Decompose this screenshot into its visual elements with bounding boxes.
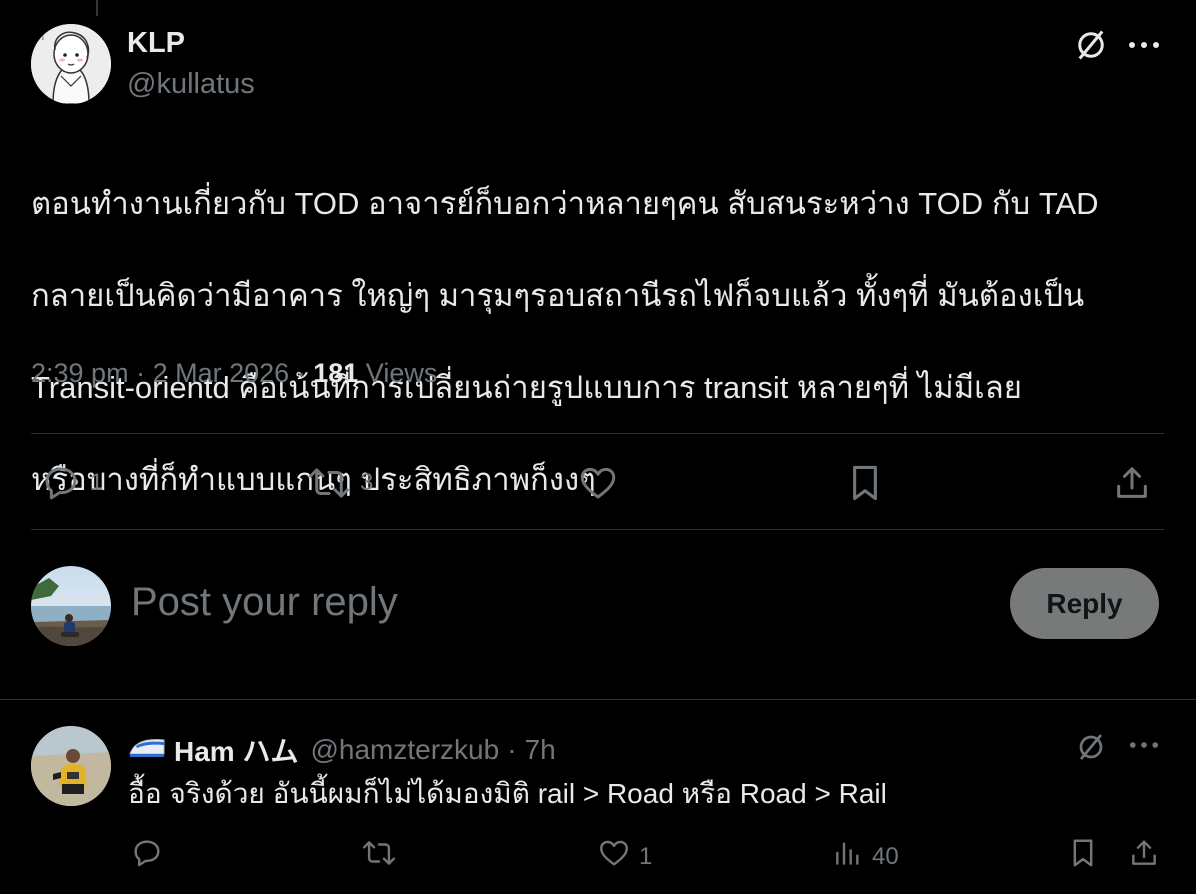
- author-avatar[interactable]: ัว: [31, 24, 111, 104]
- reply-author-name[interactable]: Ham ハム: [174, 730, 298, 770]
- views-count: 40: [872, 842, 899, 870]
- reply-header: Ham ハム @hamzterzkub · 7h: [128, 730, 556, 770]
- author-name[interactable]: KLP: [127, 27, 185, 60]
- divider: [0, 699, 1196, 700]
- reply-button[interactable]: 1: [40, 462, 103, 504]
- like-icon: [577, 462, 619, 504]
- train-emoji-icon: [128, 734, 174, 767]
- views-count[interactable]: 181: [313, 358, 358, 388]
- reply-text: อื้อ จริงด้วย อันนี้ผมก็ไม่ได้มองมิติ ra…: [128, 778, 887, 809]
- meta-separator: ·: [296, 358, 306, 388]
- repost-icon: [306, 462, 352, 504]
- tweet-date[interactable]: 2 Mar 2026: [153, 358, 290, 388]
- share-icon: [1112, 462, 1152, 504]
- post-detail-page: ัว KLP @kullatus ตอนทำงานเกี่ยวกับ TOD อ…: [0, 0, 1196, 894]
- reply-share-button[interactable]: [1128, 836, 1160, 877]
- tweet-text-line: ตอนทำงานเกี่ยวกับ TOD อาจารย์ก็บอกว่าหลา…: [31, 186, 1099, 221]
- author-handle[interactable]: @kullatus: [127, 68, 255, 101]
- views-label[interactable]: Views: [366, 358, 438, 388]
- reply-time[interactable]: 7h: [525, 734, 556, 766]
- thread-line: [96, 0, 98, 16]
- divider: [31, 529, 1164, 530]
- reply-reply-button[interactable]: [130, 836, 164, 877]
- tweet-time[interactable]: 2:39 pm: [31, 358, 129, 388]
- meta-separator: ·: [136, 358, 146, 388]
- repost-icon: [360, 836, 398, 877]
- reply-author-avatar[interactable]: [31, 726, 111, 806]
- reply-icon: [40, 462, 82, 504]
- bookmark-button[interactable]: [846, 462, 884, 504]
- more-icon[interactable]: [1126, 730, 1162, 760]
- tweet-text-line: กลายเป็นคิดว่ามีอาคาร ใหญ่ๆ มารุมๆรอบสถา…: [31, 278, 1085, 313]
- reply-submit-button[interactable]: Reply: [1010, 568, 1159, 639]
- views-icon: [832, 836, 864, 877]
- reply-bookmark-button[interactable]: [1068, 836, 1098, 877]
- like-button[interactable]: [577, 462, 619, 504]
- like-icon: [597, 836, 631, 877]
- like-count: 1: [639, 842, 653, 870]
- reply-icon: [130, 836, 164, 877]
- reply-repost-button[interactable]: [360, 836, 398, 877]
- reply-like-button[interactable]: 1: [597, 836, 652, 877]
- reply-views-button[interactable]: 40: [832, 836, 899, 877]
- divider: [31, 433, 1164, 434]
- repost-count: 3: [360, 469, 374, 496]
- more-icon[interactable]: [1124, 28, 1164, 62]
- bookmark-icon: [846, 462, 884, 504]
- reply-author-handle[interactable]: @hamzterzkub: [310, 734, 499, 766]
- grok-icon[interactable]: [1072, 728, 1110, 766]
- tweet-meta: 2:39 pm · 2 Mar 2026 · 181 Views: [31, 358, 437, 389]
- share-icon: [1128, 836, 1160, 877]
- grok-icon[interactable]: [1070, 24, 1112, 66]
- meta-separator: ·: [507, 734, 517, 765]
- share-button[interactable]: [1112, 462, 1152, 504]
- user-avatar[interactable]: [31, 566, 111, 646]
- bookmark-icon: [1068, 836, 1098, 877]
- repost-button[interactable]: 3: [306, 462, 373, 504]
- reply-input[interactable]: [131, 580, 951, 625]
- reply-count: 1: [90, 469, 104, 496]
